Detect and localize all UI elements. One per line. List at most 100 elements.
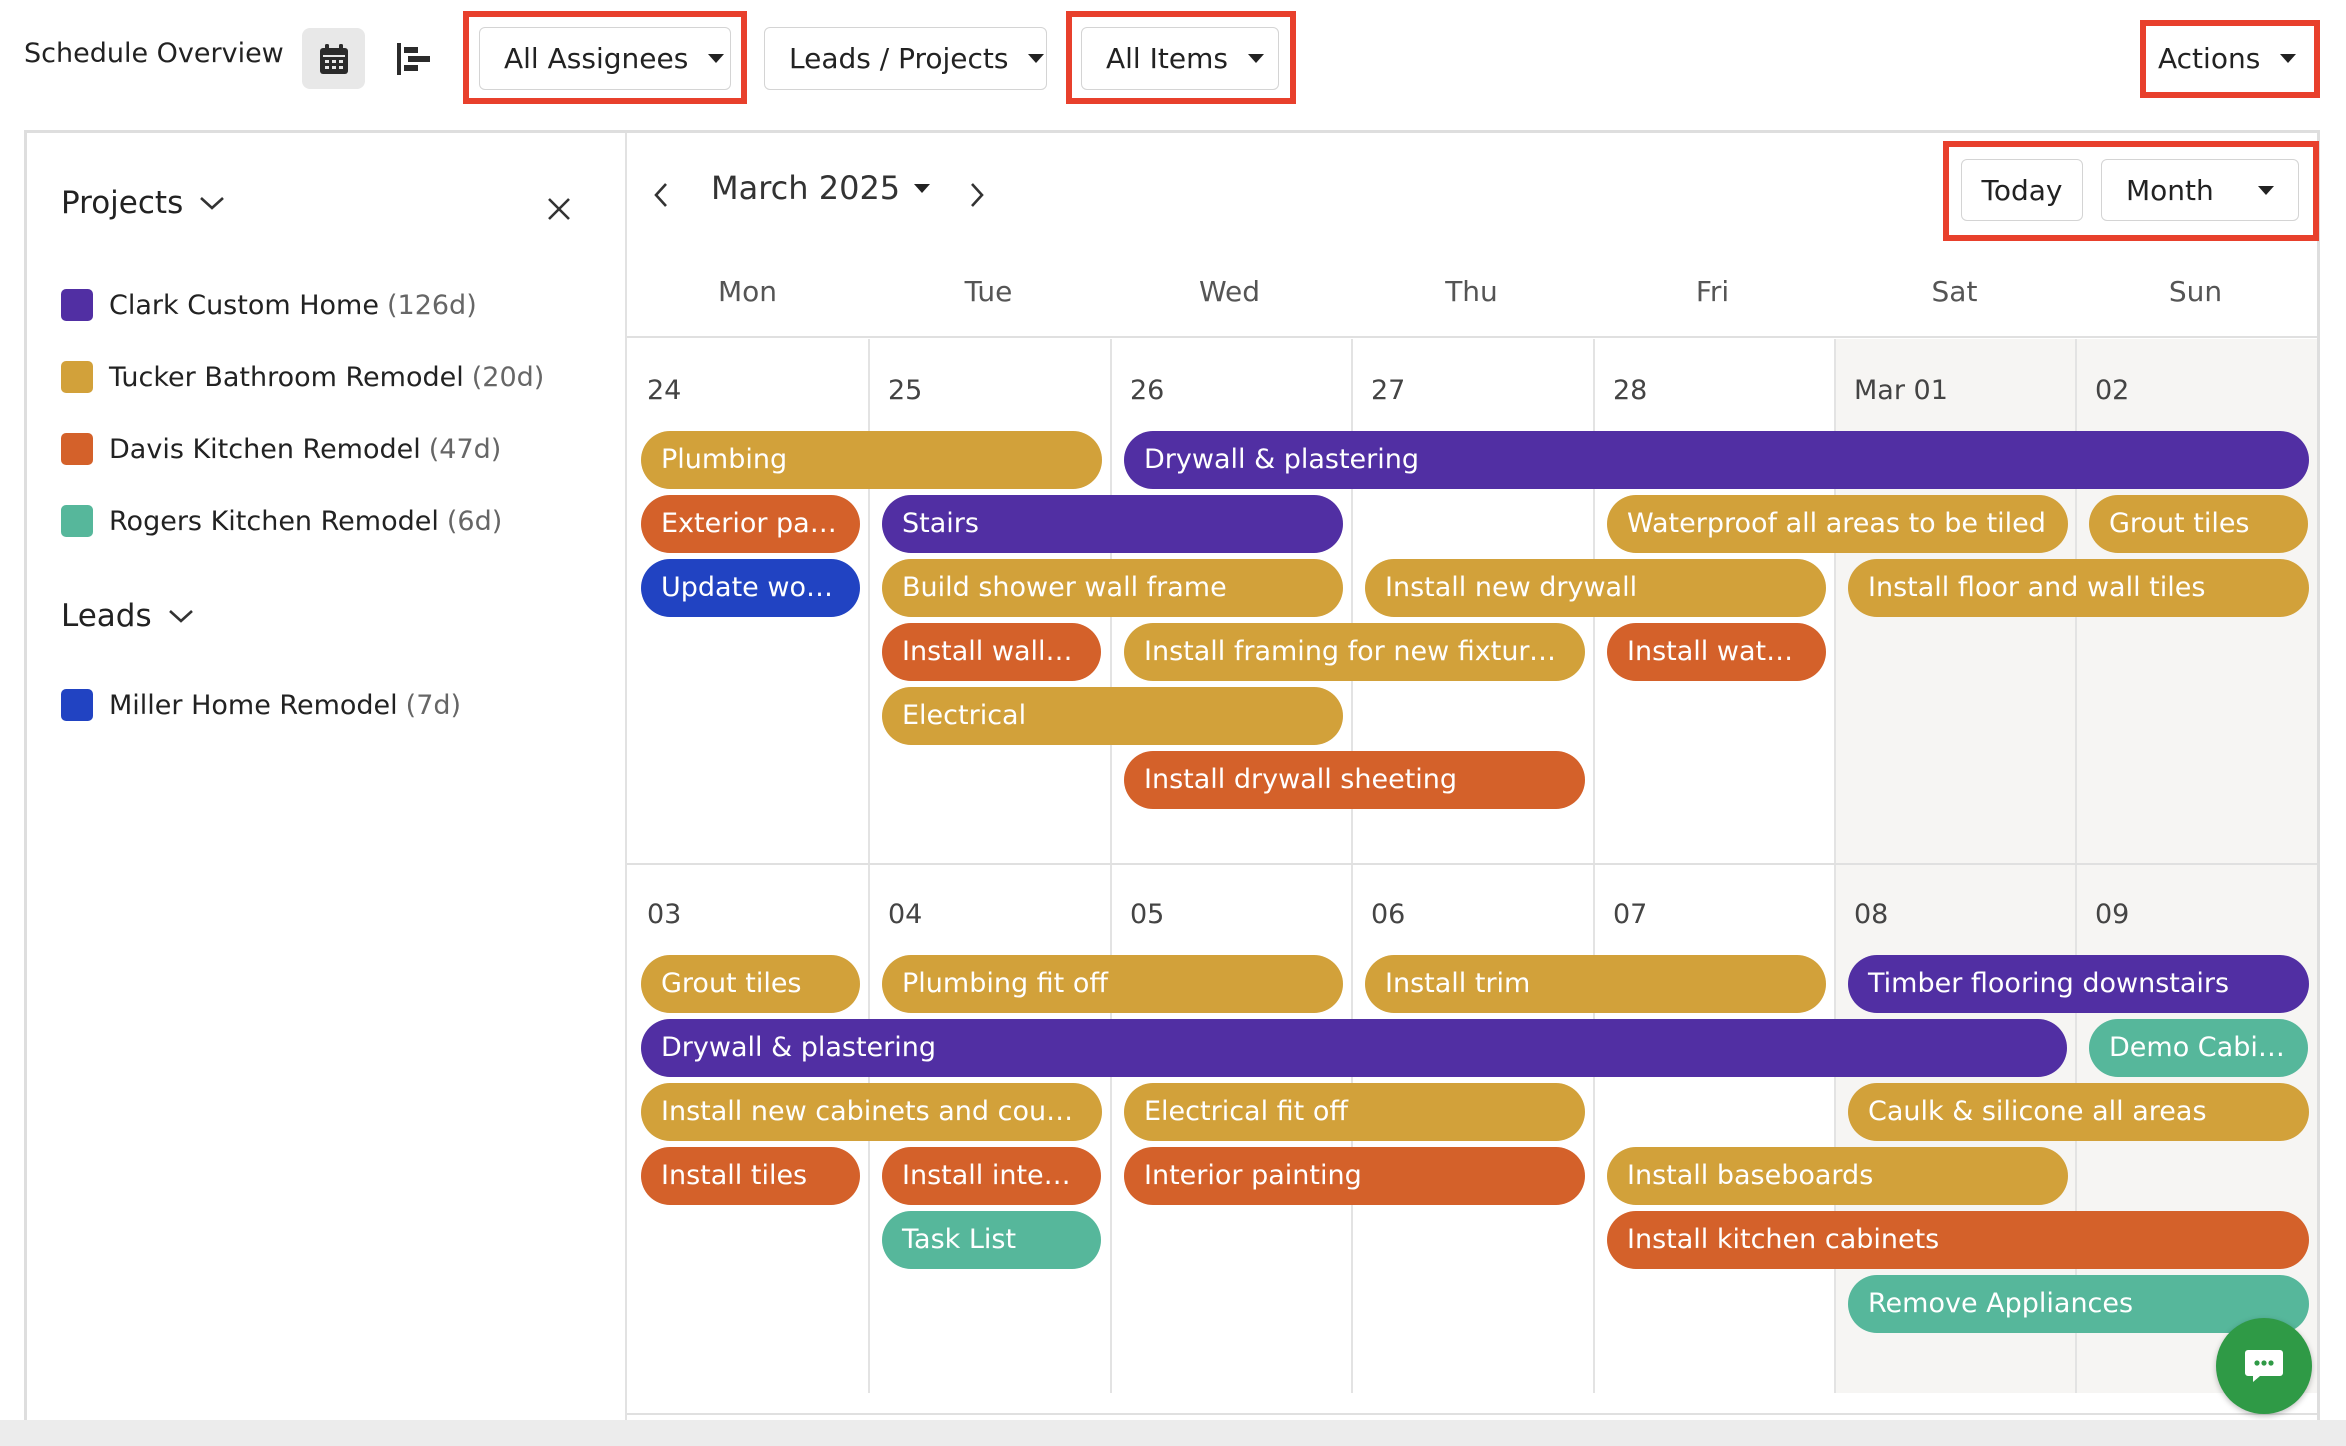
assignees-filter-label: All Assignees [504, 42, 689, 75]
day-number[interactable]: 05 [1130, 899, 1164, 930]
schedule-item[interactable]: Grout tiles [2089, 495, 2308, 553]
schedule-item[interactable]: Install wall and floor tiles [882, 623, 1101, 681]
legend-name: Tucker Bathroom Remodel [109, 361, 464, 393]
schedule-item[interactable]: Caulk & silicone all areas [1848, 1083, 2309, 1141]
day-number[interactable]: 07 [1613, 899, 1647, 930]
month-label: March 2025 [711, 169, 901, 207]
month-picker[interactable]: March 2025 [711, 169, 931, 207]
schedule-item[interactable]: Plumbing fit off [882, 955, 1343, 1013]
schedule-item[interactable]: Demo Cabinets [2089, 1019, 2308, 1077]
day-number[interactable]: 08 [1854, 899, 1888, 930]
type-filter-dropdown[interactable]: Leads / Projects [764, 27, 1047, 90]
chevron-down-icon [1028, 54, 1045, 63]
items-filter-dropdown[interactable]: All Items [1081, 27, 1279, 90]
legend-item-lead[interactable]: Miller Home Remodel (7d) [61, 689, 461, 721]
day-number[interactable]: Mar 01 [1854, 375, 1948, 406]
schedule-item[interactable]: Install trim [1365, 955, 1826, 1013]
day-column-divider [1834, 339, 1836, 863]
schedule-item[interactable]: Update work order [641, 559, 860, 617]
legend-name: Clark Custom Home [109, 289, 379, 321]
chat-icon [2245, 1350, 2283, 1382]
schedule-item[interactable]: Timber flooring downstairs [1848, 955, 2309, 1013]
calendar-view-button[interactable] [302, 28, 365, 89]
schedule-item[interactable]: Electrical fit off [1124, 1083, 1585, 1141]
gantt-view-button[interactable] [382, 28, 445, 89]
schedule-item[interactable]: Install new drywall [1365, 559, 1826, 617]
projects-section-toggle[interactable]: Projects [61, 185, 225, 221]
schedule-item[interactable]: Waterproof all areas to be tiled [1607, 495, 2068, 553]
day-number[interactable]: 27 [1371, 375, 1405, 406]
today-label: Today [1981, 173, 2063, 207]
color-swatch [61, 433, 93, 465]
schedule-item[interactable]: Interior painting [1124, 1147, 1585, 1205]
weekday-header: Thu [1445, 275, 1498, 308]
schedule-item[interactable]: Install drywall sheeting [1124, 751, 1585, 809]
today-button[interactable]: Today [1961, 159, 2083, 221]
header-divider [627, 336, 2317, 338]
legend-duration: (20d) [471, 361, 545, 393]
day-number[interactable]: 28 [1613, 375, 1647, 406]
close-icon [548, 198, 570, 220]
legend-duration: (7d) [405, 689, 462, 721]
legend-item-project[interactable]: Davis Kitchen Remodel (47d) [61, 433, 501, 465]
schedule-item[interactable]: Install kitchen cabinets [1607, 1211, 2309, 1269]
calendar-icon [319, 43, 348, 74]
legend-sidebar: Projects Clark Custom Home (126d) Tucker… [27, 133, 627, 1420]
day-number[interactable]: 04 [888, 899, 922, 930]
day-number[interactable]: 09 [2095, 899, 2129, 930]
schedule-item[interactable]: Install new cabinets and countertops [641, 1083, 1102, 1141]
day-column-divider [1593, 863, 1595, 1393]
next-month-button[interactable] [957, 175, 997, 215]
legend-name: Rogers Kitchen Remodel [109, 505, 439, 537]
day-number[interactable]: 26 [1130, 375, 1164, 406]
color-swatch [61, 361, 93, 393]
schedule-item[interactable]: Build shower wall frame [882, 559, 1343, 617]
chevron-down-icon [2280, 54, 2297, 63]
top-toolbar: Schedule Overview All Assignees Leads / … [0, 0, 2346, 118]
legend-item-project[interactable]: Clark Custom Home (126d) [61, 289, 477, 321]
items-filter-label: All Items [1106, 42, 1228, 75]
schedule-item[interactable]: Install interior doors [882, 1147, 1101, 1205]
schedule-item[interactable]: Install framing for new fixtures and lay… [1124, 623, 1585, 681]
weekday-header: Tue [964, 275, 1013, 308]
day-number[interactable]: 06 [1371, 899, 1405, 930]
schedule-item[interactable]: Task List [882, 1211, 1101, 1269]
day-column-divider [1110, 863, 1112, 1393]
legend-name: Miller Home Remodel [109, 689, 398, 721]
day-number[interactable]: 24 [647, 375, 681, 406]
previous-month-button[interactable] [641, 175, 681, 215]
actions-dropdown[interactable]: Actions [2147, 27, 2307, 90]
schedule-item[interactable]: Install waterproofing [1607, 623, 1826, 681]
day-number[interactable]: 02 [2095, 375, 2129, 406]
chevron-down-icon [914, 183, 931, 193]
day-number[interactable]: 03 [647, 899, 681, 930]
schedule-item[interactable]: Drywall & plastering [641, 1019, 2067, 1077]
schedule-item[interactable]: Install floor and wall tiles [1848, 559, 2309, 617]
day-number[interactable]: 25 [888, 375, 922, 406]
leads-section-toggle[interactable]: Leads [61, 598, 194, 634]
schedule-item[interactable]: Electrical [882, 687, 1343, 745]
close-sidebar-button[interactable] [539, 189, 579, 229]
schedule-item[interactable]: Grout tiles [641, 955, 860, 1013]
color-swatch [61, 505, 93, 537]
actions-label: Actions [2158, 42, 2261, 75]
legend-item-project[interactable]: Rogers Kitchen Remodel (6d) [61, 505, 502, 537]
schedule-item[interactable]: Plumbing [641, 431, 1102, 489]
type-filter-label: Leads / Projects [789, 42, 1009, 75]
legend-item-project[interactable]: Tucker Bathroom Remodel (20d) [61, 361, 544, 393]
assignees-filter-dropdown[interactable]: All Assignees [479, 27, 731, 90]
schedule-item[interactable]: Exterior painting [641, 495, 860, 553]
chevron-down-icon [2258, 185, 2274, 195]
schedule-item[interactable]: Install tiles [641, 1147, 860, 1205]
color-swatch [61, 689, 93, 721]
schedule-item[interactable]: Drywall & plastering [1124, 431, 2309, 489]
schedule-item[interactable]: Stairs [882, 495, 1343, 553]
legend-duration: (126d) [386, 289, 477, 321]
week-divider [627, 863, 2317, 865]
view-mode-dropdown[interactable]: Month [2101, 159, 2299, 221]
chevron-down-icon [1247, 54, 1264, 63]
chevron-down-icon [168, 610, 193, 623]
schedule-item[interactable]: Install baseboards [1607, 1147, 2068, 1205]
chat-button[interactable] [2216, 1318, 2312, 1414]
weekday-header: Mon [717, 275, 778, 308]
